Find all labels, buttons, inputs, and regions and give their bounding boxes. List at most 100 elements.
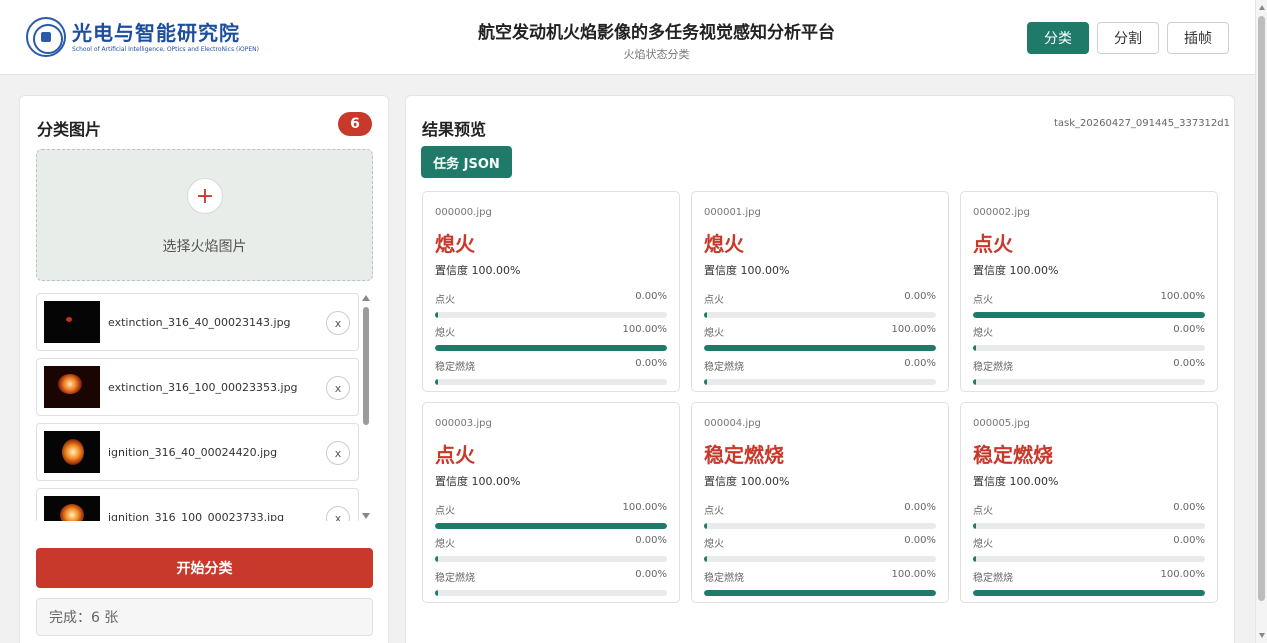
scroll-down-icon[interactable] — [1259, 633, 1265, 638]
progress-track — [435, 379, 667, 385]
metric-name: 熄火 — [435, 328, 455, 339]
metric-value: 0.00% — [904, 291, 936, 302]
card-file-name: 000005.jpg — [973, 418, 1030, 429]
metric-name: 熄火 — [704, 328, 724, 339]
list-item: ignition_316_40_00024420.jpg x — [36, 423, 359, 481]
remove-file-button[interactable]: x — [326, 376, 350, 400]
flame-thumbnail — [44, 431, 100, 473]
metric-name: 熄火 — [973, 328, 993, 339]
nav-segment-button[interactable]: 分割 — [1097, 22, 1159, 54]
card-predicted-label: 点火 — [435, 443, 475, 467]
list-item: extinction_316_40_00023143.jpg x — [36, 293, 359, 351]
file-list: extinction_316_40_00023143.jpg x extinct… — [36, 293, 359, 521]
card-confidence: 置信度 100.00% — [973, 475, 1059, 488]
card-confidence: 置信度 100.00% — [435, 264, 521, 277]
nav-classify-button[interactable]: 分类 — [1027, 22, 1089, 54]
metric-value: 0.00% — [904, 358, 936, 369]
metric-name: 熄火 — [704, 539, 724, 550]
metric-row: 熄火 0.00% — [435, 535, 667, 562]
image-dropzone[interactable]: + 选择火焰图片 — [36, 149, 373, 281]
card-confidence: 置信度 100.00% — [704, 475, 790, 488]
metric-row: 点火 0.00% — [704, 502, 936, 529]
progress-fill — [704, 556, 707, 562]
remove-file-button[interactable]: x — [326, 311, 350, 335]
task-id: task_20260427_091445_337312d1 — [1053, 118, 1230, 129]
metric-value: 0.00% — [635, 569, 667, 580]
result-card: 000003.jpg 点火 置信度 100.00% 点火 100.00% 熄火 0.00% 稳… — [422, 402, 680, 603]
metric-name: 点火 — [973, 506, 993, 517]
progress-fill — [435, 590, 438, 596]
progress-fill — [435, 379, 438, 385]
progress-track — [435, 556, 667, 562]
results-title: 结果预览 — [422, 120, 487, 139]
scrollbar-thumb[interactable] — [1258, 16, 1265, 601]
metric-name: 稳定燃烧 — [973, 573, 1013, 584]
progress-fill — [435, 523, 667, 529]
result-card: 000005.jpg 稳定燃烧 置信度 100.00% 点火 0.00% 熄火 0.00% 稳… — [960, 402, 1218, 603]
progress-fill — [704, 523, 707, 529]
progress-track — [973, 345, 1205, 351]
progress-fill — [973, 556, 976, 562]
scroll-down-icon[interactable] — [362, 513, 370, 519]
progress-fill — [704, 312, 707, 318]
metric-value: 0.00% — [1173, 358, 1205, 369]
progress-track — [704, 312, 936, 318]
list-item: extinction_316_100_00023353.jpg x — [36, 358, 359, 416]
upload-panel: 分类图片 6 + 选择火焰图片 extinction_316_40_000231… — [19, 95, 389, 643]
metric-value: 100.00% — [622, 502, 668, 513]
progress-fill — [704, 379, 707, 385]
file-name: extinction_316_100_00023353.jpg — [108, 381, 298, 394]
card-file-name: 000000.jpg — [435, 207, 492, 218]
metric-row: 点火 100.00% — [973, 291, 1205, 318]
metric-row: 熄火 0.00% — [704, 535, 936, 562]
file-name: ignition_316_100_00023733.jpg — [108, 511, 285, 521]
metric-row: 稳定燃烧 0.00% — [435, 569, 667, 596]
mode-nav: 分类 分割 插帧 — [1027, 22, 1229, 54]
scroll-up-icon[interactable] — [362, 295, 370, 301]
card-file-name: 000002.jpg — [973, 207, 1030, 218]
card-predicted-label: 熄火 — [435, 232, 475, 256]
progress-fill — [704, 345, 936, 351]
progress-fill — [973, 379, 976, 385]
progress-track — [973, 523, 1205, 529]
card-confidence: 置信度 100.00% — [973, 264, 1059, 277]
page-scrollbar[interactable] — [1255, 0, 1267, 643]
metric-value: 0.00% — [635, 291, 667, 302]
result-card: 000004.jpg 稳定燃烧 置信度 100.00% 点火 0.00% 熄火 0.00% 稳… — [691, 402, 949, 603]
metric-name: 熄火 — [973, 539, 993, 550]
metric-row: 点火 0.00% — [704, 291, 936, 318]
progress-fill — [973, 523, 976, 529]
file-list-scrollbar[interactable] — [362, 295, 370, 519]
upload-panel-title: 分类图片 — [37, 120, 102, 139]
start-classify-button[interactable]: 开始分类 — [36, 548, 373, 588]
progress-track — [435, 523, 667, 529]
card-file-name: 000004.jpg — [704, 418, 761, 429]
result-card: 000002.jpg 点火 置信度 100.00% 点火 100.00% 熄火 0.00% 稳… — [960, 191, 1218, 392]
progress-track — [973, 379, 1205, 385]
metric-value: 0.00% — [904, 502, 936, 513]
progress-track — [435, 590, 667, 596]
progress-fill — [435, 312, 438, 318]
metric-row: 点火 0.00% — [973, 502, 1205, 529]
metric-row: 稳定燃烧 100.00% — [704, 569, 936, 596]
plus-icon[interactable]: + — [187, 178, 223, 214]
metric-value: 0.00% — [904, 535, 936, 546]
metric-value: 100.00% — [1160, 569, 1206, 580]
result-card: 000001.jpg 熄火 置信度 100.00% 点火 0.00% 熄火 100.00% 稳… — [691, 191, 949, 392]
scrollbar-thumb[interactable] — [363, 307, 369, 425]
metric-row: 稳定燃烧 100.00% — [973, 569, 1205, 596]
metric-row: 熄火 100.00% — [435, 324, 667, 351]
remove-file-button[interactable]: x — [326, 441, 350, 465]
result-grid: 000000.jpg 熄火 置信度 100.00% 点火 0.00% 熄火 100.00% 稳… — [422, 191, 1218, 603]
remove-file-button[interactable]: x — [326, 506, 350, 521]
task-json-button[interactable]: 任务 JSON — [421, 146, 512, 178]
metric-row: 熄火 100.00% — [704, 324, 936, 351]
flame-thumbnail — [44, 366, 100, 408]
metric-name: 点火 — [704, 506, 724, 517]
card-file-name: 000001.jpg — [704, 207, 761, 218]
metric-name: 点火 — [973, 295, 993, 306]
progress-track — [973, 556, 1205, 562]
nav-interpolate-button[interactable]: 插帧 — [1167, 22, 1229, 54]
scroll-up-icon[interactable] — [1259, 5, 1265, 10]
metric-name: 点火 — [704, 295, 724, 306]
